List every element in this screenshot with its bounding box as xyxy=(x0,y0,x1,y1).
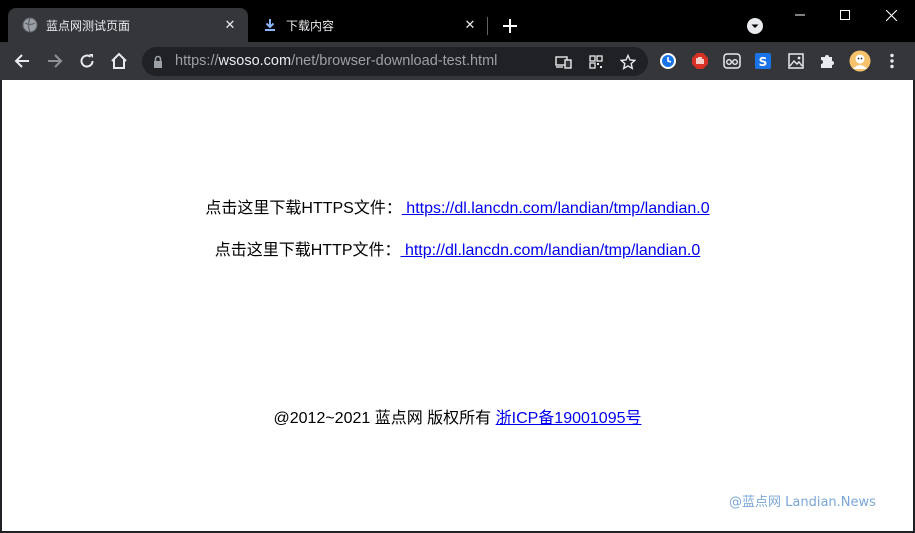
bookmark-star-icon[interactable] xyxy=(618,52,638,72)
tab-title: 下载内容 xyxy=(286,18,335,33)
url-path: /net/browser-download-test.html xyxy=(291,53,498,69)
reload-icon[interactable] xyxy=(75,49,99,73)
new-tab-button[interactable] xyxy=(498,14,522,38)
download-icon xyxy=(262,17,278,33)
https-download-line: 点击这里下载HTTPS文件： https://dl.lancdn.com/lan… xyxy=(2,194,913,218)
watermark: @蓝点网 Landian.News xyxy=(729,495,876,510)
lock-icon[interactable] xyxy=(151,54,165,68)
close-icon[interactable]: ✕ xyxy=(220,15,240,35)
tab-separator xyxy=(487,17,488,35)
https-download-label: 点击这里下载HTTPS文件： xyxy=(205,200,402,217)
extension-clock-icon[interactable] xyxy=(656,49,680,73)
address-bar[interactable]: https://wsoso.com/net/browser-download-t… xyxy=(142,47,648,76)
extension-image-icon[interactable] xyxy=(784,49,808,73)
home-icon[interactable] xyxy=(107,49,131,73)
qr-code-icon[interactable] xyxy=(586,52,606,72)
page-viewport: 点击这里下载HTTPS文件： https://dl.lancdn.com/lan… xyxy=(2,80,913,531)
page-footer: @2012~2021 蓝点网 版权所有 浙ICP备19001095号 xyxy=(2,404,913,428)
tab-downloads[interactable]: 下载内容 ✕ xyxy=(248,8,488,42)
tab-test-page[interactable]: 蓝点网测试页面 ✕ xyxy=(8,8,248,42)
back-icon[interactable] xyxy=(10,49,34,73)
icp-link[interactable]: 浙ICP备19001095号 xyxy=(496,410,642,427)
globe-icon xyxy=(22,17,38,33)
browser-toolbar: https://wsoso.com/net/browser-download-t… xyxy=(0,42,915,80)
extensions-puzzle-icon[interactable] xyxy=(815,49,839,73)
http-download-label: 点击这里下载HTTP文件： xyxy=(214,242,401,259)
adblock-extension-icon[interactable] xyxy=(688,49,712,73)
url-text[interactable]: https://wsoso.com/net/browser-download-t… xyxy=(175,53,497,69)
tab-search-icon[interactable] xyxy=(746,17,764,35)
extension-glasses-icon[interactable] xyxy=(720,49,744,73)
forward-icon[interactable] xyxy=(43,49,67,73)
http-download-link[interactable]: http://dl.lancdn.com/landian/tmp/landian… xyxy=(401,242,700,259)
extension-s-icon[interactable]: S xyxy=(751,49,775,73)
close-icon[interactable]: ✕ xyxy=(460,15,480,35)
tab-strip: 蓝点网测试页面 ✕ 下载内容 ✕ xyxy=(0,0,915,42)
menu-kebab-icon[interactable] xyxy=(880,49,904,73)
url-host: wsoso.com xyxy=(218,53,292,69)
profile-avatar[interactable] xyxy=(848,49,872,73)
svg-text:S: S xyxy=(759,55,768,69)
url-scheme: https:// xyxy=(175,53,219,69)
cast-icon[interactable] xyxy=(553,52,573,72)
minimize-button[interactable] xyxy=(777,0,823,30)
maximize-button[interactable] xyxy=(822,0,868,30)
http-download-line: 点击这里下载HTTP文件： http://dl.lancdn.com/landi… xyxy=(2,236,913,260)
tab-title: 蓝点网测试页面 xyxy=(46,18,131,33)
https-download-link[interactable]: https://dl.lancdn.com/landian/tmp/landia… xyxy=(402,200,709,217)
copyright-text: @2012~2021 蓝点网 版权所有 xyxy=(273,410,496,427)
window-close-button[interactable] xyxy=(868,0,914,30)
